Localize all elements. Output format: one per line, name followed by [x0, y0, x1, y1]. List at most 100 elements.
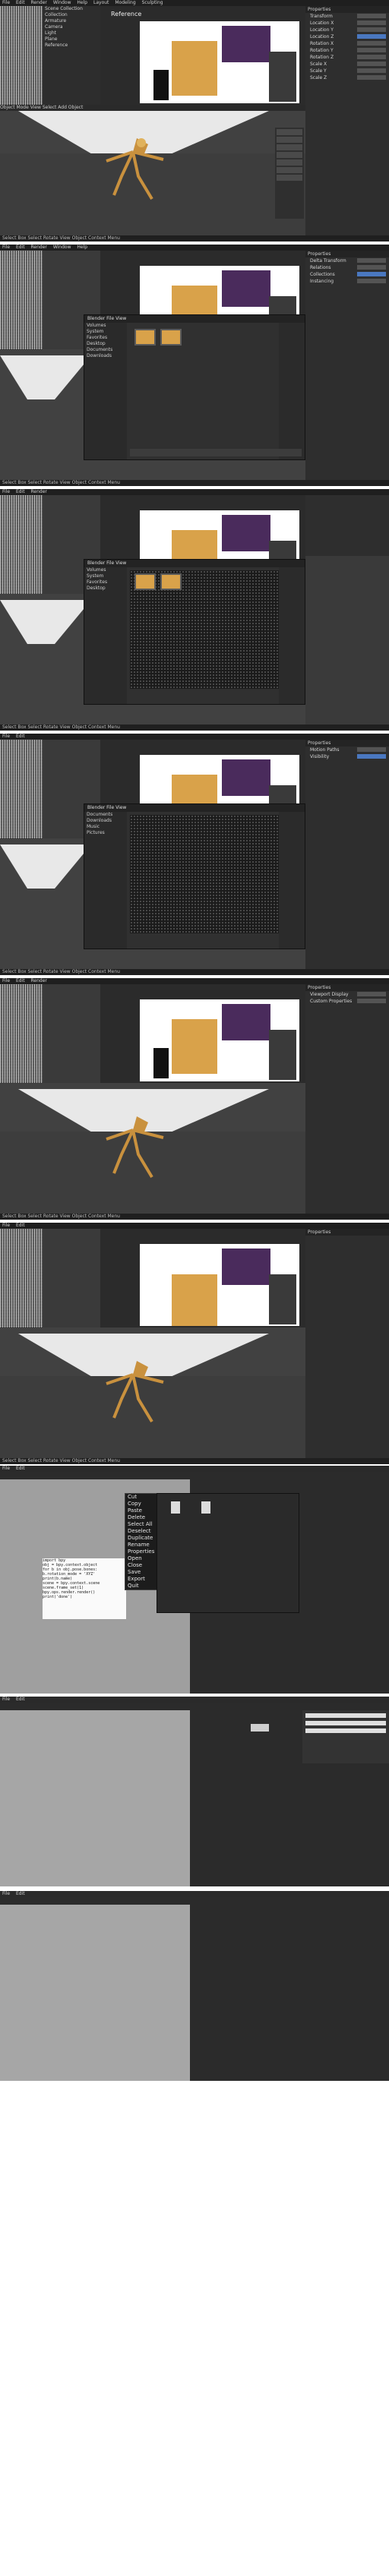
prop-row[interactable]: Rotation Z — [305, 54, 389, 61]
fb-side-item[interactable]: Favorites — [84, 579, 127, 586]
fb-side-item[interactable]: Volumes — [84, 323, 127, 329]
tab-modeling[interactable]: Modeling — [112, 0, 138, 5]
file-thumbnail[interactable] — [160, 329, 182, 346]
prop-row[interactable]: Motion Paths — [305, 747, 389, 753]
menu-window[interactable]: Window — [51, 245, 74, 250]
menu-file[interactable]: File — [0, 978, 12, 983]
rigged-model[interactable] — [91, 1353, 175, 1429]
prop-row[interactable]: Transform — [305, 13, 389, 20]
outliner-row[interactable]: Plane — [43, 36, 100, 43]
prop-row[interactable]: Instancing — [305, 278, 389, 285]
prop-row[interactable]: Delta Transform — [305, 257, 389, 264]
tab-layout[interactable]: Layout — [91, 0, 111, 5]
menu-window[interactable]: Window — [51, 0, 74, 5]
menu-item[interactable]: Copy — [125, 1501, 159, 1507]
menu-file[interactable]: File — [0, 0, 12, 5]
file-thumbnail[interactable] — [134, 329, 156, 346]
file-browser-sidebar: Documents Downloads Music Pictures — [84, 812, 127, 949]
outliner-row[interactable]: Armature — [43, 18, 100, 24]
menu-edit[interactable]: Edit — [14, 1466, 27, 1471]
outliner-row[interactable]: Reference — [43, 43, 100, 49]
menu-render[interactable]: Render — [29, 489, 49, 494]
prop-row[interactable]: Scale X — [305, 61, 389, 68]
fb-side-item[interactable]: Documents — [84, 812, 127, 818]
menu-render[interactable]: Render — [29, 0, 49, 5]
fb-side-item[interactable]: Documents — [84, 347, 127, 353]
prop-row[interactable]: Location Z — [305, 33, 389, 40]
menu-item[interactable]: Quit — [125, 1583, 159, 1589]
menu-file[interactable]: File — [0, 734, 12, 739]
menu-edit[interactable]: Edit — [14, 489, 27, 494]
menu-item[interactable]: Paste — [125, 1507, 159, 1514]
fb-side-item[interactable]: Downloads — [84, 353, 127, 359]
file-icon[interactable] — [171, 1501, 180, 1514]
prop-row[interactable]: Custom Properties — [305, 998, 389, 1005]
menu-edit[interactable]: Edit — [14, 0, 27, 5]
3d-viewport[interactable] — [0, 1327, 305, 1458]
fb-side-item[interactable]: Favorites — [84, 335, 127, 341]
menu-item[interactable]: Properties — [125, 1548, 159, 1555]
fb-side-item[interactable]: Desktop — [84, 586, 127, 592]
menu-item[interactable]: Delete — [125, 1514, 159, 1521]
outliner-row[interactable]: Camera — [43, 24, 100, 30]
menu-help[interactable]: Help — [74, 245, 90, 250]
fb-side-item[interactable]: Downloads — [84, 818, 127, 824]
fb-side-item[interactable]: Desktop — [84, 341, 127, 347]
menu-edit[interactable]: Edit — [14, 245, 27, 250]
menu-edit[interactable]: Edit — [14, 1891, 27, 1896]
menu-item[interactable]: Export — [125, 1576, 159, 1583]
menu-file[interactable]: File — [0, 1891, 12, 1896]
menu-edit[interactable]: Edit — [14, 1697, 27, 1702]
fb-side-item[interactable]: System — [84, 329, 127, 335]
menu-item[interactable]: Duplicate — [125, 1535, 159, 1542]
3d-viewport[interactable] — [0, 1083, 305, 1214]
menu-file[interactable]: File — [0, 489, 12, 494]
menu-item[interactable]: Open — [125, 1555, 159, 1562]
menu-help[interactable]: Help — [74, 0, 90, 5]
prop-row[interactable]: Relations — [305, 264, 389, 271]
file-thumbnail[interactable] — [160, 573, 182, 590]
prop-row[interactable]: Scale Z — [305, 74, 389, 81]
prop-row[interactable]: Scale Y — [305, 68, 389, 74]
prop-row[interactable]: Rotation X — [305, 40, 389, 47]
outliner-row[interactable]: Scene Collection — [43, 6, 100, 12]
outliner-row[interactable]: Collection — [43, 12, 100, 18]
menu-item[interactable]: Select All — [125, 1521, 159, 1528]
canvas[interactable] — [0, 1710, 190, 1886]
3d-viewport[interactable]: Object Mode View Select Add Object — [0, 105, 305, 235]
menu-edit[interactable]: Edit — [14, 1223, 27, 1228]
canvas[interactable] — [0, 1905, 190, 2081]
menu-edit[interactable]: Edit — [14, 978, 27, 983]
menu-item[interactable]: Save — [125, 1569, 159, 1576]
fb-side-item[interactable]: Pictures — [84, 830, 127, 836]
outliner-row[interactable]: Light — [43, 30, 100, 36]
fb-side-item[interactable]: Volumes — [84, 567, 127, 573]
menu-file[interactable]: File — [0, 245, 12, 250]
prop-row[interactable]: Location Y — [305, 27, 389, 33]
file-browser-footer[interactable] — [130, 449, 302, 456]
small-widget[interactable] — [251, 1724, 269, 1732]
menu-file[interactable]: File — [0, 1466, 12, 1471]
prop-row[interactable]: Visibility — [305, 753, 389, 760]
menu-edit[interactable]: Edit — [14, 734, 27, 739]
menu-item[interactable]: Cut — [125, 1494, 159, 1501]
menu-file[interactable]: File — [0, 1697, 12, 1702]
tab-sculpting[interactable]: Sculpting — [140, 0, 166, 5]
file-browser-title: Blender File View — [84, 804, 305, 812]
rigged-model[interactable] — [91, 131, 175, 207]
prop-row[interactable]: Collections — [305, 271, 389, 278]
menu-item[interactable]: Deselect — [125, 1528, 159, 1535]
menu-render[interactable]: Render — [29, 978, 49, 983]
fb-side-item[interactable]: Music — [84, 824, 127, 830]
prop-row[interactable]: Rotation Y — [305, 47, 389, 54]
rigged-model[interactable] — [91, 1109, 175, 1185]
file-icon[interactable] — [201, 1501, 210, 1514]
menu-file[interactable]: File — [0, 1223, 12, 1228]
prop-row[interactable]: Location X — [305, 20, 389, 27]
menu-item[interactable]: Close — [125, 1562, 159, 1569]
fb-side-item[interactable]: System — [84, 573, 127, 579]
prop-row[interactable]: Viewport Display — [305, 991, 389, 998]
menu-item[interactable]: Rename — [125, 1542, 159, 1548]
menu-render[interactable]: Render — [29, 245, 49, 250]
file-thumbnail[interactable] — [134, 573, 156, 590]
